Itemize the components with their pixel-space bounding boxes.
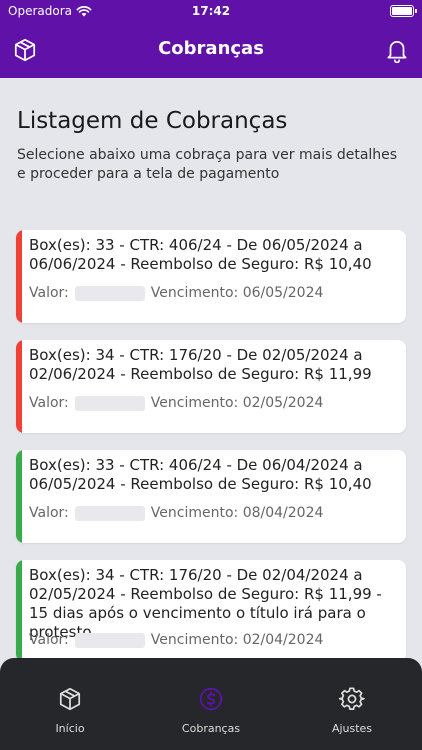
page-subtitle: Selecione abaixo uma cobraça para ver ma… (17, 147, 398, 182)
clock: 17:42 (191, 4, 231, 18)
valor-label: Valor: (29, 285, 69, 301)
battery-icon (390, 5, 417, 17)
vencimento-label: Vencimento: (150, 632, 239, 648)
bell-icon[interactable] (384, 37, 410, 63)
charge-description: Box(es): 34 - CTR: 176/20 - De 02/05/202… (29, 346, 372, 383)
charge-description: Box(es): 33 - CTR: 406/24 - De 06/05/202… (29, 236, 372, 273)
main-content[interactable]: Listagem de Cobranças Selecione abaixo u… (0, 78, 422, 750)
charge-description: Box(es): 33 - CTR: 406/24 - De 06/04/202… (29, 456, 372, 493)
status-indicator (16, 450, 22, 543)
vencimento-value: 08/04/2024 (242, 505, 324, 521)
tab-cobrancas[interactable]: Cobranças (141, 658, 281, 750)
valor-value-hidden (74, 505, 145, 521)
tab-label: Início (55, 722, 85, 735)
tab-label: Cobranças (181, 722, 241, 735)
vencimento-value: 02/05/2024 (242, 395, 324, 411)
page-title: Listagem de Cobranças (17, 108, 288, 134)
valor-value-hidden (74, 395, 145, 411)
charge-meta: Valor: Vencimento: 08/04/2024 (29, 505, 323, 521)
vencimento-value: 02/04/2024 (242, 632, 324, 648)
valor-label: Valor: (29, 632, 69, 648)
tab-ajustes[interactable]: Ajustes (282, 658, 422, 750)
status-indicator (16, 340, 22, 433)
nav-bar: Cobranças (0, 22, 422, 78)
charge-meta: Valor: Vencimento: 02/05/2024 (29, 395, 323, 411)
gear-icon (339, 687, 365, 710)
charge-card[interactable]: Box(es): 33 - CTR: 406/24 - De 06/04/202… (16, 450, 406, 543)
status-bar: Operadora 17:42 (0, 0, 422, 22)
valor-label: Valor: (29, 395, 69, 411)
vencimento-label: Vencimento: (150, 505, 239, 521)
status-indicator (16, 230, 22, 323)
charge-meta: Valor: Vencimento: 06/05/2024 (29, 285, 323, 301)
tab-bar: Início Cobranças Ajustes (0, 658, 422, 750)
valor-value-hidden (74, 285, 145, 301)
vencimento-value: 06/05/2024 (242, 285, 324, 301)
vencimento-label: Vencimento: (150, 285, 239, 301)
box-icon (59, 687, 81, 711)
tab-label: Ajustes (331, 722, 373, 735)
charge-meta: Valor: Vencimento: 02/04/2024 (29, 632, 323, 648)
valor-value-hidden (74, 632, 145, 648)
status-indicator (16, 560, 22, 662)
page-header-title: Cobranças (158, 38, 264, 59)
charge-card[interactable]: Box(es): 34 - CTR: 176/20 - De 02/04/202… (16, 560, 406, 662)
charge-card[interactable]: Box(es): 34 - CTR: 176/20 - De 02/05/202… (16, 340, 406, 433)
tab-inicio[interactable]: Início (0, 658, 140, 750)
charge-card[interactable]: Box(es): 33 - CTR: 406/24 - De 06/05/202… (16, 230, 406, 323)
charge-description: Box(es): 34 - CTR: 176/20 - De 02/04/202… (29, 566, 382, 641)
dollar-circle-icon (199, 687, 223, 711)
valor-label: Valor: (29, 505, 69, 521)
vencimento-label: Vencimento: (150, 395, 239, 411)
